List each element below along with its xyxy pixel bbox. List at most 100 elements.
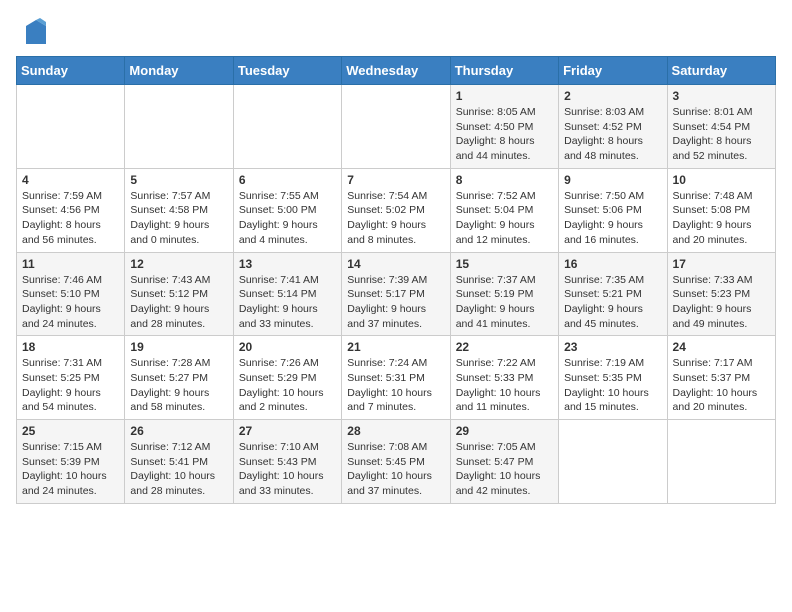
day-info: Sunrise: 7:10 AM Sunset: 5:43 PM Dayligh… (239, 440, 336, 499)
calendar-cell: 13 Sunrise: 7:41 AM Sunset: 5:14 PM Dayli… (233, 252, 341, 336)
day-number: 27 (239, 424, 336, 438)
day-number: 19 (130, 340, 227, 354)
logo-general (16, 16, 50, 48)
calendar-header-saturday: Saturday (667, 57, 775, 85)
day-number: 14 (347, 257, 444, 271)
day-info: Sunrise: 7:15 AM Sunset: 5:39 PM Dayligh… (22, 440, 119, 499)
day-info: Sunrise: 7:22 AM Sunset: 5:33 PM Dayligh… (456, 356, 553, 415)
day-info: Sunrise: 7:39 AM Sunset: 5:17 PM Dayligh… (347, 273, 444, 332)
day-info: Sunrise: 7:50 AM Sunset: 5:06 PM Dayligh… (564, 189, 661, 248)
day-number: 7 (347, 173, 444, 187)
calendar-cell: 29Sunrise: 7:05 AM Sunset: 5:47 PM Dayli… (450, 420, 558, 504)
calendar-cell: 26 Sunrise: 7:12 AM Sunset: 5:41 PM Dayli… (125, 420, 233, 504)
day-info: Sunrise: 7:41 AM Sunset: 5:14 PM Dayligh… (239, 273, 336, 332)
calendar-cell: 7 Sunrise: 7:54 AM Sunset: 5:02 PM Daylig… (342, 168, 450, 252)
day-number: 6 (239, 173, 336, 187)
calendar-cell (342, 85, 450, 169)
calendar-cell: 16 Sunrise: 7:35 AM Sunset: 5:21 PM Dayli… (559, 252, 667, 336)
day-number: 24 (673, 340, 770, 354)
day-number: 25 (22, 424, 119, 438)
calendar-cell (667, 420, 775, 504)
day-number: 21 (347, 340, 444, 354)
calendar-cell: 11 Sunrise: 7:46 AM Sunset: 5:10 PM Dayli… (17, 252, 125, 336)
calendar-cell: 23 Sunrise: 7:19 AM Sunset: 5:35 PM Dayli… (559, 336, 667, 420)
calendar-cell: 20 Sunrise: 7:26 AM Sunset: 5:29 PM Dayli… (233, 336, 341, 420)
day-number: 22 (456, 340, 553, 354)
calendar-cell (125, 85, 233, 169)
day-info: Sunrise: 7:17 AM Sunset: 5:37 PM Dayligh… (673, 356, 770, 415)
calendar-cell: 6Sunrise: 7:55 AM Sunset: 5:00 PM Daylig… (233, 168, 341, 252)
day-number: 13 (239, 257, 336, 271)
calendar-cell: 19 Sunrise: 7:28 AM Sunset: 5:27 PM Dayli… (125, 336, 233, 420)
day-info: Sunrise: 7:48 AM Sunset: 5:08 PM Dayligh… (673, 189, 770, 248)
day-info: Sunrise: 7:54 AM Sunset: 5:02 PM Dayligh… (347, 189, 444, 248)
day-info: Sunrise: 7:46 AM Sunset: 5:10 PM Dayligh… (22, 273, 119, 332)
day-info: Sunrise: 7:31 AM Sunset: 5:25 PM Dayligh… (22, 356, 119, 415)
day-number: 23 (564, 340, 661, 354)
day-info: Sunrise: 8:03 AM Sunset: 4:52 PM Dayligh… (564, 105, 661, 164)
calendar-header-friday: Friday (559, 57, 667, 85)
day-info: Sunrise: 7:12 AM Sunset: 5:41 PM Dayligh… (130, 440, 227, 499)
day-info: Sunrise: 7:26 AM Sunset: 5:29 PM Dayligh… (239, 356, 336, 415)
day-number: 4 (22, 173, 119, 187)
calendar-cell: 17Sunrise: 7:33 AM Sunset: 5:23 PM Dayli… (667, 252, 775, 336)
day-number: 29 (456, 424, 553, 438)
calendar-cell: 9 Sunrise: 7:50 AM Sunset: 5:06 PM Daylig… (559, 168, 667, 252)
day-info: Sunrise: 8:05 AM Sunset: 4:50 PM Dayligh… (456, 105, 553, 164)
calendar-cell (559, 420, 667, 504)
day-number: 8 (456, 173, 553, 187)
calendar-cell: 24 Sunrise: 7:17 AM Sunset: 5:37 PM Dayli… (667, 336, 775, 420)
day-number: 16 (564, 257, 661, 271)
day-number: 26 (130, 424, 227, 438)
day-info: Sunrise: 8:01 AM Sunset: 4:54 PM Dayligh… (673, 105, 770, 164)
calendar-cell: 12 Sunrise: 7:43 AM Sunset: 5:12 PM Dayli… (125, 252, 233, 336)
calendar-cell: 1 Sunrise: 8:05 AM Sunset: 4:50 PM Daylig… (450, 85, 558, 169)
day-info: Sunrise: 7:35 AM Sunset: 5:21 PM Dayligh… (564, 273, 661, 332)
calendar-cell: 4 Sunrise: 7:59 AM Sunset: 4:56 PM Daylig… (17, 168, 125, 252)
calendar-cell: 25 Sunrise: 7:15 AM Sunset: 5:39 PM Dayli… (17, 420, 125, 504)
calendar-cell: 8 Sunrise: 7:52 AM Sunset: 5:04 PM Daylig… (450, 168, 558, 252)
day-number: 20 (239, 340, 336, 354)
day-number: 11 (22, 257, 119, 271)
calendar-cell (17, 85, 125, 169)
day-number: 1 (456, 89, 553, 103)
day-info: Sunrise: 7:37 AM Sunset: 5:19 PM Dayligh… (456, 273, 553, 332)
calendar-header-row: SundayMondayTuesdayWednesdayThursdayFrid… (17, 57, 776, 85)
day-number: 12 (130, 257, 227, 271)
day-info: Sunrise: 7:19 AM Sunset: 5:35 PM Dayligh… (564, 356, 661, 415)
day-info: Sunrise: 7:28 AM Sunset: 5:27 PM Dayligh… (130, 356, 227, 415)
calendar-cell: 2 Sunrise: 8:03 AM Sunset: 4:52 PM Daylig… (559, 85, 667, 169)
calendar-week-row: 4 Sunrise: 7:59 AM Sunset: 4:56 PM Daylig… (17, 168, 776, 252)
calendar-week-row: 25 Sunrise: 7:15 AM Sunset: 5:39 PM Dayli… (17, 420, 776, 504)
calendar-cell (233, 85, 341, 169)
day-number: 9 (564, 173, 661, 187)
calendar-header-tuesday: Tuesday (233, 57, 341, 85)
calendar-cell: 5 Sunrise: 7:57 AM Sunset: 4:58 PM Daylig… (125, 168, 233, 252)
day-number: 15 (456, 257, 553, 271)
calendar-header-monday: Monday (125, 57, 233, 85)
calendar-cell: 14 Sunrise: 7:39 AM Sunset: 5:17 PM Dayli… (342, 252, 450, 336)
calendar-table: SundayMondayTuesdayWednesdayThursdayFrid… (16, 56, 776, 504)
day-info: Sunrise: 7:43 AM Sunset: 5:12 PM Dayligh… (130, 273, 227, 332)
day-number: 5 (130, 173, 227, 187)
day-info: Sunrise: 7:24 AM Sunset: 5:31 PM Dayligh… (347, 356, 444, 415)
calendar-cell: 21 Sunrise: 7:24 AM Sunset: 5:31 PM Dayli… (342, 336, 450, 420)
calendar-week-row: 18 Sunrise: 7:31 AM Sunset: 5:25 PM Dayli… (17, 336, 776, 420)
day-number: 17 (673, 257, 770, 271)
calendar-cell: 18 Sunrise: 7:31 AM Sunset: 5:25 PM Dayli… (17, 336, 125, 420)
calendar-header-thursday: Thursday (450, 57, 558, 85)
day-info: Sunrise: 7:52 AM Sunset: 5:04 PM Dayligh… (456, 189, 553, 248)
calendar-cell: 10 Sunrise: 7:48 AM Sunset: 5:08 PM Dayli… (667, 168, 775, 252)
day-info: Sunrise: 7:59 AM Sunset: 4:56 PM Dayligh… (22, 189, 119, 248)
day-number: 18 (22, 340, 119, 354)
day-info: Sunrise: 7:57 AM Sunset: 4:58 PM Dayligh… (130, 189, 227, 248)
day-number: 28 (347, 424, 444, 438)
day-number: 2 (564, 89, 661, 103)
calendar-cell: 27 Sunrise: 7:10 AM Sunset: 5:43 PM Dayli… (233, 420, 341, 504)
logo (16, 16, 50, 48)
calendar-header-wednesday: Wednesday (342, 57, 450, 85)
day-number: 3 (673, 89, 770, 103)
calendar-week-row: 11 Sunrise: 7:46 AM Sunset: 5:10 PM Dayli… (17, 252, 776, 336)
day-number: 10 (673, 173, 770, 187)
calendar-header-sunday: Sunday (17, 57, 125, 85)
